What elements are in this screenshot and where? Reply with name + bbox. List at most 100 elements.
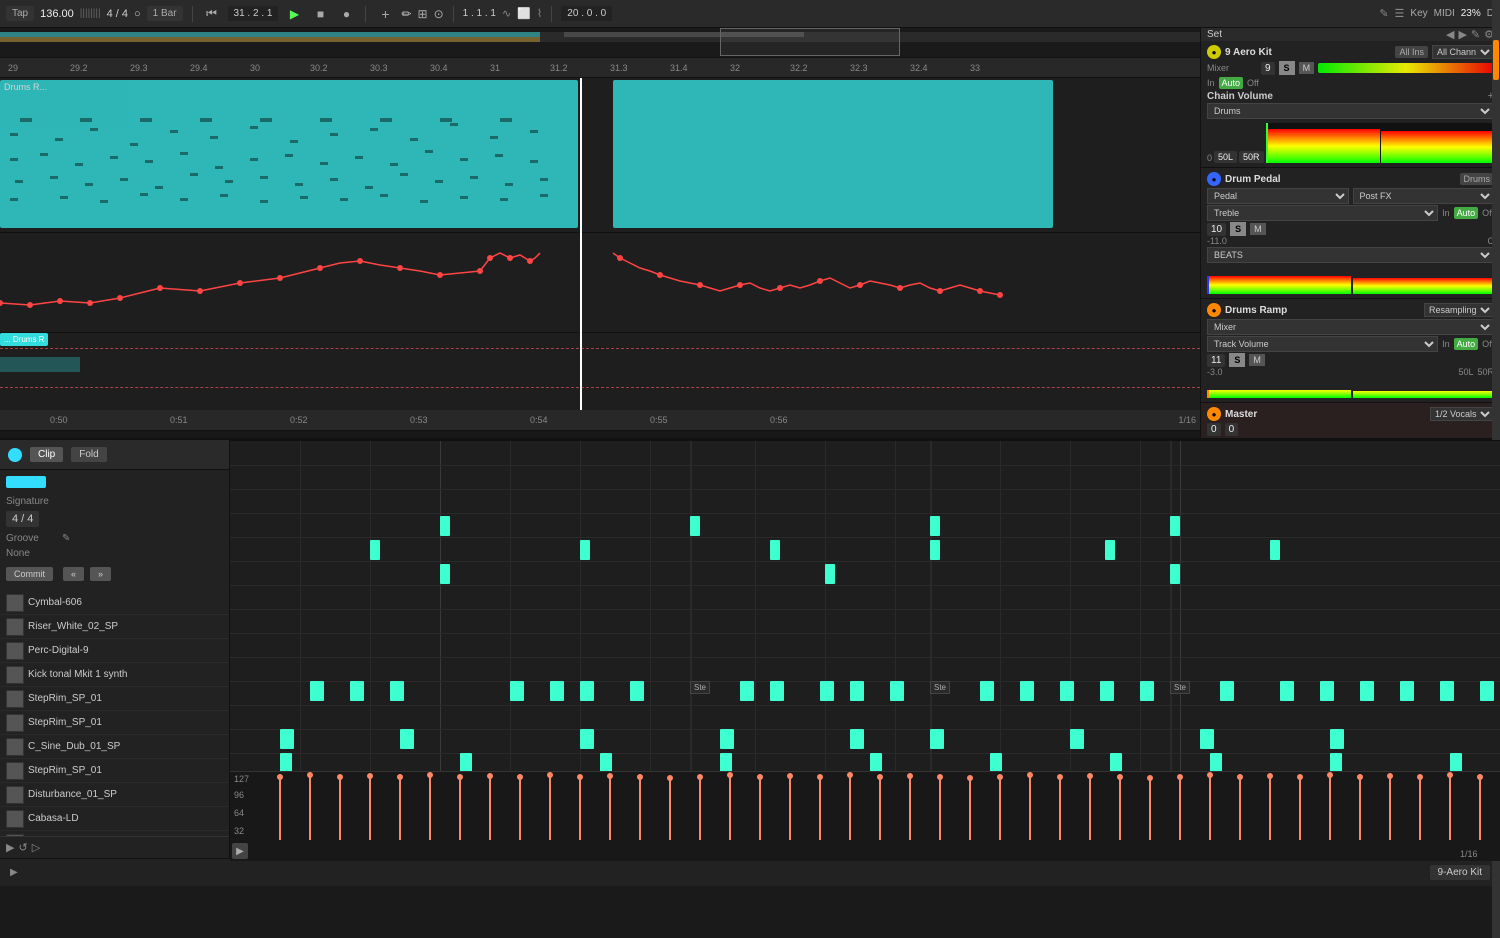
track-power-btn-3[interactable]: ● xyxy=(1207,303,1221,317)
note-perc-7[interactable] xyxy=(1070,729,1084,749)
timeline-ruler[interactable]: 0:50 0:51 0:52 0:53 0:54 0:55 0:56 1/16 xyxy=(0,410,1200,430)
drum-pad-csine[interactable] xyxy=(6,738,24,756)
note-underwater-7[interactable] xyxy=(630,681,644,701)
clip-scroll-btn[interactable]: ▷ xyxy=(32,841,40,854)
stop-button[interactable]: ■ xyxy=(310,6,330,22)
note-perc-1[interactable] xyxy=(280,729,294,749)
drum-pad-disturbance[interactable] xyxy=(6,786,24,804)
drum-pad-cymbal[interactable] xyxy=(6,594,24,612)
track-input-1[interactable]: All Ins xyxy=(1395,46,1428,58)
groove-edit-icon[interactable]: ✎ xyxy=(62,533,70,544)
note-steprim1-5[interactable] xyxy=(1105,540,1115,560)
note-underwater-21[interactable] xyxy=(1360,681,1374,701)
track-solo-2[interactable]: S xyxy=(1230,222,1246,236)
track-mute-1[interactable]: M xyxy=(1299,62,1315,74)
note-steprim1-4[interactable] xyxy=(930,540,940,560)
note-underwater-24[interactable] xyxy=(1480,681,1494,701)
drum-grid[interactable]: Ste Ste Ste Ste xyxy=(230,441,1500,771)
note-perc-3[interactable] xyxy=(580,729,594,749)
clip-block-2[interactable] xyxy=(613,80,1053,228)
track-power-btn-2[interactable]: ● xyxy=(1207,172,1221,186)
note-steprim1-6[interactable] xyxy=(1270,540,1280,560)
track-mute-3[interactable]: M xyxy=(1249,354,1265,366)
track-auto-3[interactable]: Auto xyxy=(1454,338,1479,350)
note-cabasa-4[interactable] xyxy=(720,753,732,771)
note-cabasa-9[interactable] xyxy=(1330,753,1342,771)
add-button[interactable]: + xyxy=(375,6,395,22)
note-underwater-12[interactable] xyxy=(890,681,904,701)
track-pan3-1[interactable]: 50R xyxy=(1239,151,1264,163)
record-button[interactable]: ● xyxy=(336,6,356,22)
track-vol-3[interactable]: 11 xyxy=(1207,354,1225,367)
time-sig[interactable]: 4 / 4 xyxy=(107,8,128,20)
track-sub-select-2d[interactable]: BEATS xyxy=(1207,247,1494,263)
track-mixer-select[interactable]: Mixer xyxy=(1207,319,1494,335)
track-pan2-1[interactable]: 50L xyxy=(1214,151,1237,163)
vel-play-btn[interactable]: ▶ xyxy=(232,843,248,859)
note-cabasa-2[interactable] xyxy=(460,753,472,771)
note-cabasa-5[interactable] xyxy=(870,753,882,771)
drum-pad-cabasa1[interactable] xyxy=(6,810,24,828)
note-underwater-19[interactable] xyxy=(1280,681,1294,701)
chain-vol-label-1[interactable]: Chain Volume xyxy=(1207,91,1273,102)
track-sub-select-2c[interactable]: Treble xyxy=(1207,205,1438,221)
note-steprim1-3[interactable] xyxy=(770,540,780,560)
note-steprim1-2[interactable] xyxy=(580,540,590,560)
track-trackvol-select[interactable]: Track Volume xyxy=(1207,336,1438,352)
note-steprim1-1[interactable] xyxy=(370,540,380,560)
track-vol-2[interactable]: 10 xyxy=(1207,223,1226,236)
track-vocals-select[interactable]: 1/2 Vocals xyxy=(1430,407,1494,421)
sig-val[interactable]: 4 / 4 xyxy=(6,511,39,527)
note-perc-6[interactable] xyxy=(930,729,944,749)
play-button[interactable]: ▶ xyxy=(284,6,304,22)
track-sub-select-2a[interactable]: Pedal xyxy=(1207,188,1349,204)
note-underwater-17[interactable] xyxy=(1140,681,1154,701)
note-underwater-11[interactable] xyxy=(850,681,864,701)
note-underwater-1[interactable] xyxy=(310,681,324,701)
drum-pad-steprim3[interactable] xyxy=(6,762,24,780)
clip-play-icon[interactable]: ▶ xyxy=(6,841,14,854)
clip-tab-clip[interactable]: Clip xyxy=(30,447,63,462)
note-kick-2[interactable] xyxy=(690,516,700,536)
track-vol-4[interactable]: 0 xyxy=(1207,423,1221,436)
track-channel-select-1[interactable]: All Chann xyxy=(1432,45,1494,59)
track-vol2-4[interactable]: 0 xyxy=(1225,423,1239,436)
tap-button[interactable]: Tap xyxy=(6,6,34,21)
note-cabasa-8[interactable] xyxy=(1210,753,1222,771)
horizontal-scrollbar[interactable] xyxy=(0,430,1200,438)
note-steprim2-2[interactable] xyxy=(825,564,835,584)
track-auto-2[interactable]: Auto xyxy=(1454,207,1479,219)
note-perc-4[interactable] xyxy=(720,729,734,749)
track-sub-select-1[interactable]: Drums xyxy=(1207,103,1494,119)
track-resample-select[interactable]: Resampling xyxy=(1424,303,1494,317)
note-underwater-10[interactable] xyxy=(820,681,834,701)
note-perc-8[interactable] xyxy=(1200,729,1214,749)
note-perc-9[interactable] xyxy=(1330,729,1344,749)
track-power-btn-4[interactable]: ● xyxy=(1207,407,1221,421)
bpm-display[interactable]: 136.00 xyxy=(40,8,74,20)
mixer-pencil-icon[interactable]: ✎ xyxy=(1471,28,1480,41)
clip-color-swatch[interactable] xyxy=(6,476,46,488)
note-underwater-23[interactable] xyxy=(1440,681,1454,701)
drum-pad-riser[interactable] xyxy=(6,618,24,636)
track-off-1[interactable]: Off xyxy=(1247,78,1259,88)
track-auto-1[interactable]: Auto xyxy=(1219,77,1244,89)
note-underwater-22[interactable] xyxy=(1400,681,1414,701)
note-perc-5[interactable] xyxy=(850,729,864,749)
drum-pad-kick[interactable] xyxy=(6,666,24,684)
note-underwater-18[interactable] xyxy=(1220,681,1234,701)
track-power-btn-1[interactable]: ● xyxy=(1207,45,1221,59)
note-underwater-15[interactable] xyxy=(1060,681,1074,701)
rewind-button[interactable]: ⏮ xyxy=(202,6,222,22)
note-steprim2-3[interactable] xyxy=(1170,564,1180,584)
drum-pad-steprim2[interactable] xyxy=(6,714,24,732)
note-steprim2-1[interactable] xyxy=(440,564,450,584)
commit-button[interactable]: Commit xyxy=(6,567,53,581)
track-vol-1[interactable]: 9 xyxy=(1261,62,1275,75)
arrangement-ruler[interactable]: 29 29.2 29.3 29.4 30 30.2 30.3 30.4 31 3… xyxy=(0,58,1200,78)
note-underwater-14[interactable] xyxy=(1020,681,1034,701)
note-underwater-13[interactable] xyxy=(980,681,994,701)
drum-pad-steprim1[interactable] xyxy=(6,690,24,708)
track-solo-3[interactable]: S xyxy=(1229,353,1245,367)
track-mute-2[interactable]: M xyxy=(1250,223,1266,235)
